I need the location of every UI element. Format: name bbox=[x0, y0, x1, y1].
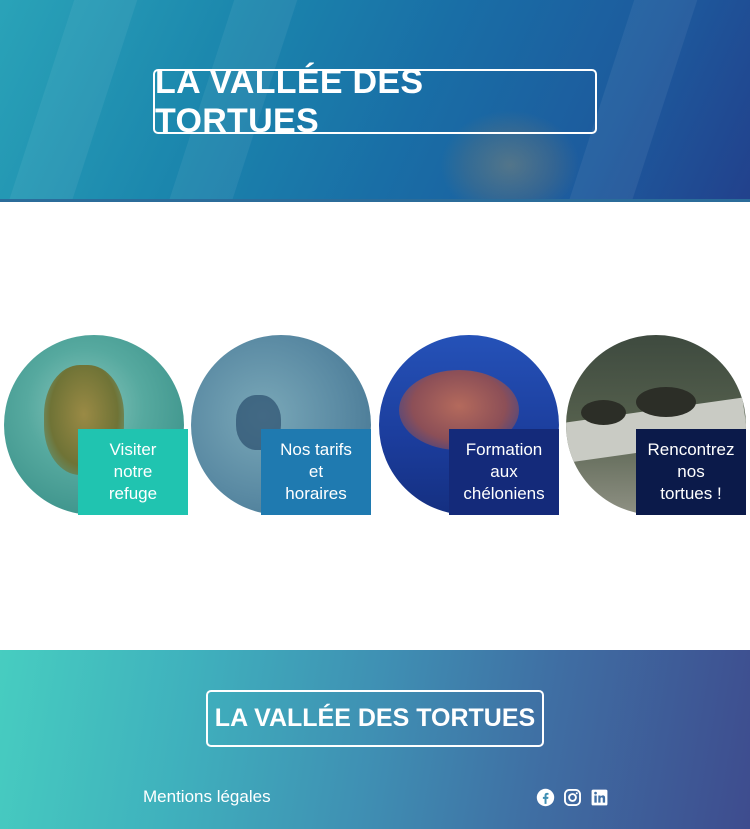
page-title: LA VALLÉE DES TORTUES bbox=[153, 63, 597, 140]
card-label-line: nos bbox=[677, 462, 705, 481]
footer-title: LA VALLÉE DES TORTUES bbox=[206, 690, 544, 747]
card-label[interactable]: Visiter notre refuge bbox=[78, 429, 188, 515]
card-label-line: aux bbox=[490, 462, 518, 481]
card-label[interactable]: Formation aux chéloniens bbox=[449, 429, 559, 515]
footer: LA VALLÉE DES TORTUES Mentions légales bbox=[0, 650, 750, 829]
card-label-line: refuge bbox=[108, 484, 158, 503]
card-label[interactable]: Rencontrez nos tortues ! bbox=[636, 429, 746, 515]
card-label-line: notre bbox=[113, 462, 153, 481]
card-label-line: et bbox=[308, 462, 324, 481]
instagram-icon[interactable] bbox=[563, 788, 582, 807]
hero-divider bbox=[0, 199, 750, 202]
card-label-line: Visiter bbox=[109, 440, 157, 459]
card-label-line: chéloniens bbox=[463, 484, 545, 503]
card-prices-hours[interactable]: Nos tarifs et horaires bbox=[191, 335, 371, 515]
card-meet-turtles[interactable]: Rencontrez nos tortues ! bbox=[566, 335, 746, 515]
card-label-line: Rencontrez bbox=[647, 440, 735, 459]
legal-notice-link[interactable]: Mentions légales bbox=[143, 787, 271, 807]
hero-banner: LA VALLÉE DES TORTUES bbox=[0, 0, 750, 200]
card-visit-refuge[interactable]: Visiter notre refuge bbox=[4, 335, 188, 515]
light-ray bbox=[0, 0, 145, 200]
card-training[interactable]: Formation aux chéloniens bbox=[379, 335, 559, 515]
social-links bbox=[536, 788, 609, 807]
card-label-line: tortues ! bbox=[660, 484, 722, 503]
card-label-line: horaires bbox=[285, 484, 347, 503]
card-label[interactable]: Nos tarifs et horaires bbox=[261, 429, 371, 515]
linkedin-icon[interactable] bbox=[590, 788, 609, 807]
card-label-line: Formation bbox=[465, 440, 543, 459]
facebook-icon[interactable] bbox=[536, 788, 555, 807]
card-label-line: Nos tarifs bbox=[280, 440, 352, 459]
